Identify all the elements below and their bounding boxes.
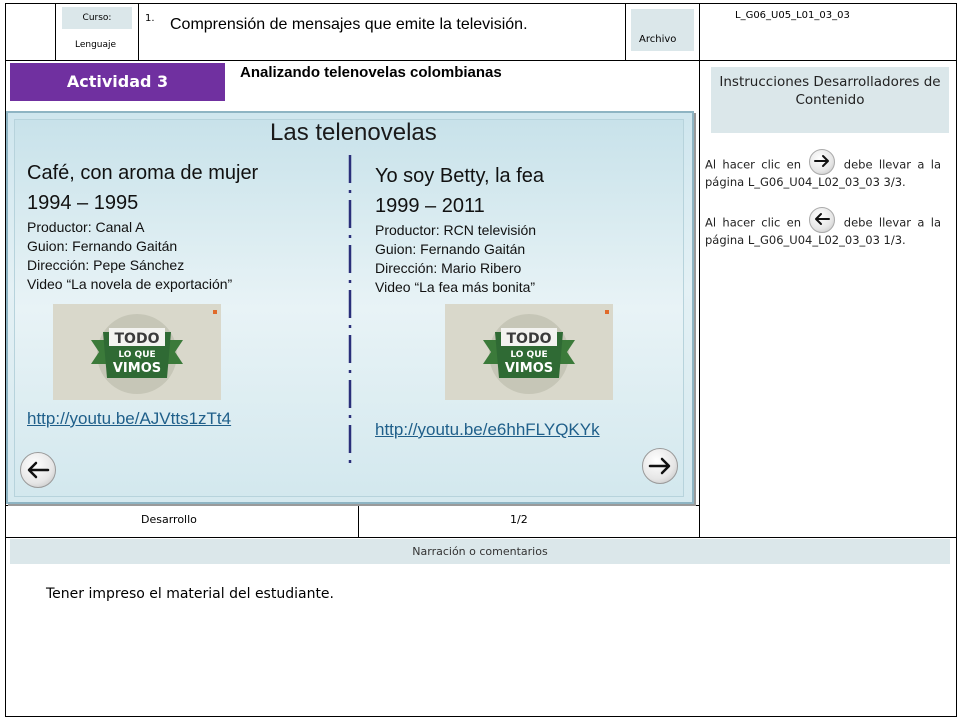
right-producer: Productor: RCN televisión: [375, 222, 537, 238]
logo-line3: VIMOS: [113, 361, 161, 376]
note-next-pre: Al hacer clic en: [705, 157, 802, 172]
arrow-left-icon: [809, 207, 836, 233]
right-title: Yo soy Betty, la fea: [375, 165, 544, 187]
activity-subtitle: Analizando telenovelas colombianas: [240, 64, 502, 81]
slide-title: Las telenovelas: [270, 119, 437, 146]
left-video: Video “La novela de exportación”: [27, 276, 233, 292]
course-label: Curso:: [82, 13, 112, 23]
right-video: Video “La fea más bonita”: [375, 279, 536, 295]
instructions-title: Instrucciones Desarrolladores de Conteni…: [711, 67, 949, 133]
logo-line1: TODO: [507, 331, 552, 347]
header-col-line: [625, 3, 626, 60]
arrow-left-icon: [27, 461, 50, 479]
left-video-thumbnail[interactable]: TODO LO QUE VIMOS: [53, 304, 221, 400]
left-producer: Productor: Canal A: [27, 219, 145, 235]
arrow-right-icon: [809, 149, 836, 175]
instruction-note-next: Al hacer clic en debe llevar a la página…: [705, 149, 941, 190]
page-title: Comprensión de mensajes que emite la tel…: [170, 16, 528, 33]
narration-text: Tener impreso el material del estudiante…: [46, 586, 334, 602]
left-director: Dirección: Pepe Sánchez: [27, 257, 185, 273]
course-value: Lenguaje: [75, 40, 117, 50]
archivo-label: Archivo: [639, 34, 677, 45]
header-col-line: [138, 3, 139, 60]
header-divider: [5, 60, 957, 61]
page-indicator: 1/2: [510, 513, 528, 526]
right-col-line: [699, 3, 700, 537]
left-video-link[interactable]: http://youtu.be/AJVtts1zTt4: [27, 409, 231, 429]
todo-lo-que-vimos-logo: TODO LO QUE VIMOS: [445, 304, 613, 400]
arrow-right-icon: [648, 457, 671, 475]
right-writer: Guion: Fernando Gaitán: [375, 241, 526, 257]
next-button[interactable]: [642, 448, 678, 484]
right-column: Yo soy Betty, la fea 1999 – 2011 Product…: [375, 161, 544, 297]
course-number: 1.: [145, 13, 155, 24]
left-column: Café, con aroma de mujer 1994 – 1995 Pro…: [27, 158, 258, 294]
header-col-line: [55, 3, 56, 60]
narration-divider: [5, 537, 957, 538]
section-label: Desarrollo: [141, 513, 197, 526]
right-director: Dirección: Mario Ribero: [375, 260, 522, 276]
logo-line1: TODO: [115, 331, 160, 347]
prev-button[interactable]: [20, 452, 56, 488]
right-video-link[interactable]: http://youtu.be/e6hhFLYQKYk: [375, 420, 600, 440]
activity-badge: Actividad 3: [10, 63, 225, 101]
note-prev-pre: Al hacer clic en: [705, 215, 802, 230]
right-years: 1999 – 2011: [375, 195, 485, 217]
course-label-box: Curso:: [62, 7, 132, 29]
left-writer: Guion: Fernando Gaitán: [27, 238, 178, 254]
dash-dot-divider: [348, 155, 352, 465]
footer-row-col-line: [358, 505, 359, 537]
logo-line2: LO QUE: [118, 350, 155, 360]
instruction-note-prev: Al hacer clic en debe llevar a la página…: [705, 207, 941, 248]
logo-line3: VIMOS: [505, 361, 553, 376]
left-years: 1994 – 1995: [27, 192, 139, 214]
narration-header: Narración o comentarios: [10, 539, 950, 564]
page-code: L_G06_U05_L01_03_03: [735, 10, 850, 21]
left-title: Café, con aroma de mujer: [27, 162, 259, 184]
todo-lo-que-vimos-logo: TODO LO QUE VIMOS: [53, 304, 221, 400]
right-video-thumbnail[interactable]: TODO LO QUE VIMOS: [445, 304, 613, 400]
logo-line2: LO QUE: [510, 350, 547, 360]
archivo-box: Archivo: [631, 9, 694, 51]
